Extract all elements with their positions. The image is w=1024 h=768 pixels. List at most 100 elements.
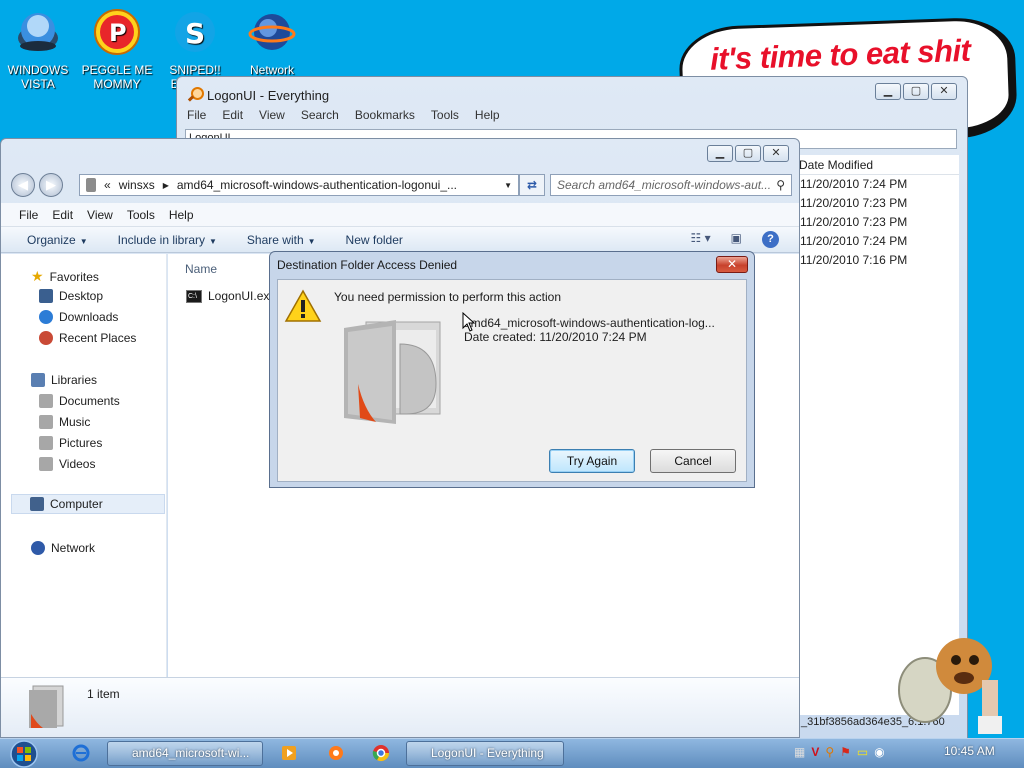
taskbar-clock[interactable]: 10:45 AM: [944, 744, 995, 758]
close-button[interactable]: ✕: [763, 145, 789, 162]
nav-network[interactable]: Network: [31, 541, 95, 555]
nav-videos[interactable]: Videos: [39, 457, 95, 471]
nav-downloads[interactable]: Downloads: [39, 310, 118, 324]
menu-file[interactable]: File: [19, 208, 38, 226]
nav-music[interactable]: Music: [39, 415, 90, 429]
chrome-icon[interactable]: [372, 744, 390, 762]
menu-tools[interactable]: Tools: [431, 108, 459, 122]
organize-button[interactable]: Organize ▼: [27, 233, 88, 252]
tray-battery-icon[interactable]: ▭: [857, 745, 868, 759]
chevron-down-icon: ▼: [209, 237, 217, 246]
taskbar-item-explorer[interactable]: amd64_microsoft-wi...: [107, 741, 263, 766]
computer-icon: [30, 497, 44, 511]
breadcrumb-winsxs[interactable]: winsxs: [119, 178, 155, 192]
breadcrumb-overflow[interactable]: «: [104, 178, 111, 192]
dialog-title: Destination Folder Access Denied: [277, 258, 458, 272]
share-with-button[interactable]: Share with ▼: [247, 233, 316, 252]
search-icon: ⚲: [776, 178, 785, 192]
menu-view[interactable]: View: [87, 208, 113, 226]
include-in-library-button[interactable]: Include in library ▼: [118, 233, 217, 252]
everything-menu: File Edit View Search Bookmarks Tools He…: [187, 108, 500, 122]
chevron-down-icon: ▼: [307, 237, 316, 246]
dialog-close-button[interactable]: ✕: [716, 256, 748, 273]
nav-pictures[interactable]: Pictures: [39, 436, 102, 450]
internet-explorer-icon[interactable]: [72, 744, 90, 762]
result-date[interactable]: 11/20/2010 7:24 PM: [797, 175, 959, 194]
navigation-pane: ★ Favorites Desktop Downloads Recent Pla…: [1, 254, 167, 677]
view-options-icon[interactable]: ☷ ▾: [691, 231, 711, 248]
minimize-button[interactable]: ▁: [875, 83, 901, 100]
nav-favorites[interactable]: ★ Favorites: [31, 268, 99, 285]
item-count: 1 item: [87, 687, 120, 701]
cancel-button[interactable]: Cancel: [650, 449, 736, 473]
nav-computer[interactable]: Computer: [11, 494, 165, 514]
menu-bookmarks[interactable]: Bookmarks: [355, 108, 415, 122]
menu-edit[interactable]: Edit: [222, 108, 243, 122]
documents-icon: [39, 394, 53, 408]
name-column-header[interactable]: Name: [185, 262, 217, 276]
system-tray: ▦ V ⚲ ⚑ ▭ ◉: [794, 745, 885, 759]
help-icon[interactable]: ?: [762, 231, 779, 248]
refresh-button[interactable]: ⇄: [519, 174, 545, 196]
menu-help[interactable]: Help: [475, 108, 500, 122]
menu-help[interactable]: Help: [169, 208, 194, 226]
explorer-caption-buttons: ▁ ▢ ✕: [707, 145, 789, 162]
back-button[interactable]: ◀: [11, 173, 35, 197]
menu-edit[interactable]: Edit: [52, 208, 73, 226]
date-modified-header[interactable]: Date Modified: [797, 155, 959, 175]
svg-text:S: S: [185, 17, 205, 50]
result-date[interactable]: 11/20/2010 7:16 PM: [797, 251, 959, 270]
result-date[interactable]: 11/20/2010 7:23 PM: [797, 194, 959, 213]
tray-volume-icon[interactable]: ◉: [874, 745, 884, 759]
large-folder-icon: [344, 320, 441, 424]
breadcrumb-separator-icon: ▶: [162, 180, 169, 190]
access-denied-dialog[interactable]: Destination Folder Access Denied ✕ You n…: [269, 251, 755, 488]
file-name: LogonUI.exe: [208, 289, 277, 303]
taskbar-item-everything[interactable]: LogonUI - Everything: [406, 741, 564, 766]
try-again-button[interactable]: Try Again: [549, 449, 635, 473]
tray-v-icon[interactable]: V: [811, 745, 819, 759]
menu-search[interactable]: Search: [301, 108, 339, 122]
desktop-icon: [39, 289, 53, 303]
meme-image: [898, 638, 1002, 734]
chevron-down-icon[interactable]: ▼: [504, 181, 512, 190]
desktop-icon-network[interactable]: Network: [234, 8, 310, 77]
tray-network-icon[interactable]: ▦: [794, 745, 805, 759]
preview-pane-icon[interactable]: ▣: [731, 231, 742, 248]
result-date[interactable]: 11/20/2010 7:23 PM: [797, 213, 959, 232]
videos-icon: [39, 457, 53, 471]
nav-libraries[interactable]: Libraries: [31, 373, 97, 387]
maximize-button[interactable]: ▢: [903, 83, 929, 100]
tray-flag-icon[interactable]: ⚑: [840, 745, 851, 759]
new-folder-button[interactable]: New folder: [346, 233, 403, 252]
forward-button[interactable]: ▶: [39, 173, 63, 197]
minimize-button[interactable]: ▁: [707, 145, 733, 162]
menu-tools[interactable]: Tools: [127, 208, 155, 226]
nav-documents[interactable]: Documents: [39, 394, 120, 408]
nav-desktop[interactable]: Desktop: [39, 289, 103, 303]
desktop-icon-peggle[interactable]: P PEGGLE ME MOMMY: [79, 8, 155, 91]
maximize-button[interactable]: ▢: [735, 145, 761, 162]
downloads-icon: [39, 310, 53, 324]
bubble-text: it's time to eat shit: [709, 32, 971, 77]
tray-search-icon[interactable]: ⚲: [825, 745, 834, 759]
network-globe-icon: [248, 14, 296, 50]
start-button[interactable]: [6, 740, 42, 768]
nav-recent-places[interactable]: Recent Places: [39, 331, 136, 345]
result-date[interactable]: 11/20/2010 7:24 PM: [797, 232, 959, 251]
app-icon[interactable]: [327, 744, 345, 762]
menu-view[interactable]: View: [259, 108, 285, 122]
desktop-icon-windows-vista[interactable]: WINDOWS VISTA: [0, 8, 76, 91]
list-item[interactable]: C:\ LogonUI.exe: [186, 289, 276, 303]
address-bar[interactable]: « winsxs ▶ amd64_microsoft-windows-authe…: [79, 174, 519, 196]
skype-icon: S: [175, 12, 215, 52]
folder-icon: [29, 685, 64, 728]
chevron-down-icon: ▼: [79, 237, 88, 246]
explorer-search-input[interactable]: Search amd64_microsoft-windows-aut... ⚲: [550, 174, 792, 196]
close-button[interactable]: ✕: [931, 83, 957, 100]
dialog-message: You need permission to perform this acti…: [334, 290, 562, 304]
dialog-folder-name: amd64_microsoft-windows-authentication-l…: [464, 316, 715, 330]
breadcrumb-current[interactable]: amd64_microsoft-windows-authentication-l…: [177, 178, 457, 192]
media-player-icon[interactable]: [280, 744, 298, 762]
menu-file[interactable]: File: [187, 108, 206, 122]
